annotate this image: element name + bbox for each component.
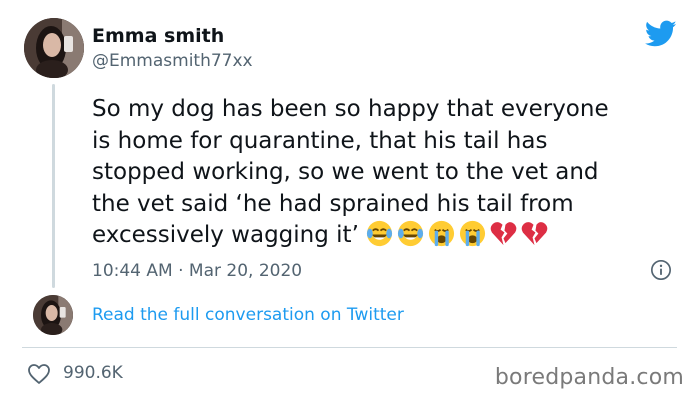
read-conversation-link[interactable]: Read the full conversation on Twitter bbox=[92, 305, 404, 325]
loudly-crying-face-icon bbox=[427, 219, 456, 248]
tweet-text-line: stopped working, so we went to the vet a… bbox=[92, 159, 599, 185]
face-with-tears-of-joy-icon bbox=[365, 219, 394, 248]
tweet-text: So my dog has been so happy that everyon… bbox=[92, 94, 652, 252]
tweet-text-line-last: excessively wagging it’ bbox=[92, 220, 652, 252]
tweet-text-line: excessively wagging it’ bbox=[92, 222, 359, 248]
face-with-tears-of-joy-icon bbox=[396, 219, 425, 248]
avatar-small[interactable] bbox=[33, 295, 73, 335]
display-name[interactable]: Emma smith bbox=[92, 25, 224, 47]
tweet-text-line: So my dog has been so happy that everyon… bbox=[92, 96, 609, 122]
user-handle[interactable]: @Emmasmith77xx bbox=[92, 51, 253, 71]
watermark: boredpanda.com bbox=[494, 365, 684, 390]
loudly-crying-face-icon bbox=[458, 219, 487, 248]
heart-icon[interactable] bbox=[27, 363, 51, 385]
broken-heart-icon bbox=[520, 219, 549, 248]
info-icon[interactable] bbox=[650, 259, 672, 281]
like-count: 990.6K bbox=[63, 363, 123, 383]
broken-heart-icon bbox=[489, 219, 518, 248]
divider bbox=[22, 347, 677, 348]
twitter-bird-icon[interactable] bbox=[645, 20, 677, 48]
tweet-timestamp[interactable]: 10:44 AM · Mar 20, 2020 bbox=[92, 261, 302, 281]
tweet-card: Emma smith @Emmasmith77xx So my dog has … bbox=[0, 0, 700, 400]
avatar[interactable] bbox=[24, 18, 84, 78]
emoji-row bbox=[365, 219, 549, 248]
thread-line bbox=[52, 84, 55, 288]
tweet-text-line: the vet said ‘he had sprained his tail f… bbox=[92, 190, 574, 217]
tweet-text-line: is home for quarantine, that his tail ha… bbox=[92, 127, 548, 154]
